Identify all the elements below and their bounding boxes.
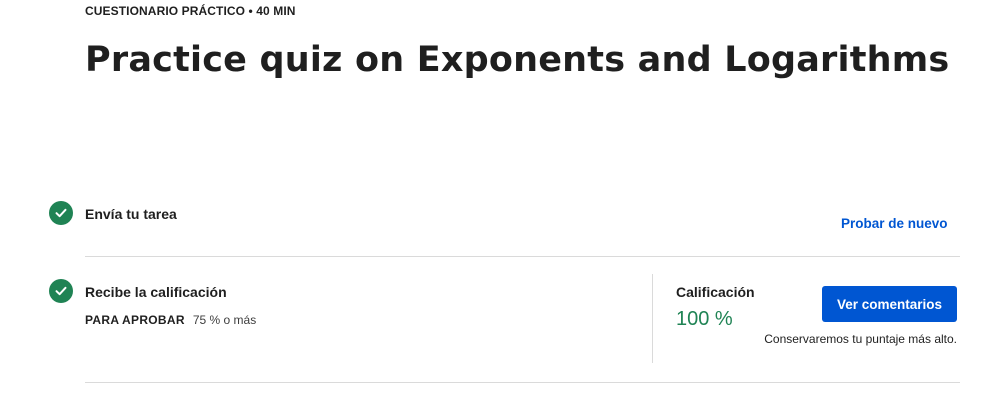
try-again-link[interactable]: Probar de nuevo: [841, 216, 948, 231]
checkmark-glyph: [55, 286, 67, 296]
step-submit-label: Envía tu tarea: [85, 206, 177, 222]
divider: [85, 382, 960, 383]
quiz-page: CUESTIONARIO PRÁCTICO • 40 MIN Practice …: [0, 0, 1002, 401]
quiz-eyebrow: CUESTIONARIO PRÁCTICO • 40 MIN: [85, 4, 296, 18]
divider: [85, 256, 960, 257]
pass-value: 75 % o más: [192, 313, 257, 327]
checkmark-glyph: [55, 208, 67, 218]
grade-value: 100 %: [676, 308, 733, 330]
view-feedback-button[interactable]: Ver comentarios: [822, 286, 957, 322]
vertical-divider: [652, 274, 653, 363]
pass-key: PARA APROBAR: [85, 313, 185, 327]
step-grade-label: Recibe la calificación: [85, 284, 227, 300]
check-circle-icon: [49, 201, 73, 225]
check-circle-icon: [49, 279, 73, 303]
highest-score-note: Conservaremos tu puntaje más alto.: [764, 332, 957, 346]
grade-label: Calificación: [676, 284, 755, 300]
page-title: Practice quiz on Exponents and Logarithm…: [85, 40, 950, 80]
passing-requirement: PARA APROBAR 75 % o más: [85, 313, 256, 327]
